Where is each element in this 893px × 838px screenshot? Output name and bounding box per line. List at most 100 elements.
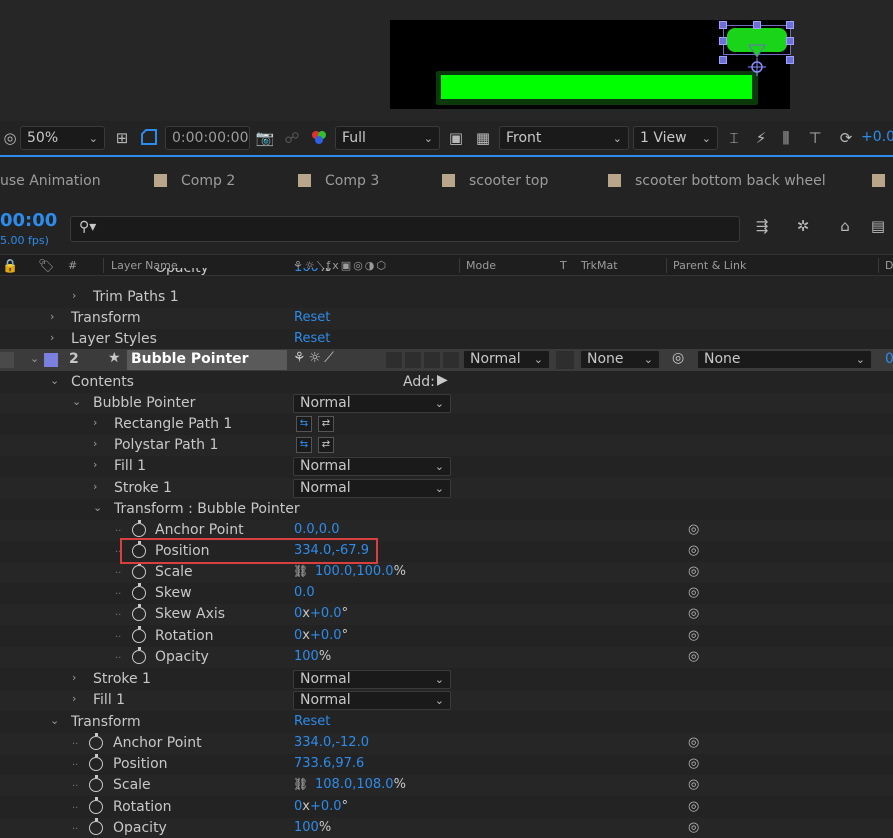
expand-chevron-icon[interactable]: › — [72, 289, 76, 302]
stopwatch-icon[interactable] — [89, 797, 103, 814]
expression-pick-whip-icon[interactable]: ◎ — [688, 606, 699, 621]
stopwatch-icon[interactable] — [132, 626, 146, 643]
layer-switches-icons[interactable]: ⚘☼⟋ — [293, 350, 337, 366]
view-layout-dropdown[interactable]: 1 View ⌄ — [633, 126, 718, 150]
property-fill[interactable]: Fill 1 — [114, 458, 146, 474]
path-direction-icon[interactable]: ⇆ — [296, 416, 312, 432]
add-menu-play-icon[interactable]: ▶ — [437, 372, 448, 388]
3d-view-dropdown[interactable]: Front ⌄ — [499, 126, 629, 150]
path-direction-icon[interactable]: ⇆ — [296, 437, 312, 453]
property-group-bubble-pointer[interactable]: Bubble Pointer — [93, 395, 195, 411]
expression-pick-whip-icon[interactable]: ◎ — [688, 777, 699, 792]
skew-axis-value[interactable]: 0x+0.0° — [294, 606, 348, 621]
expand-chevron-icon[interactable]: › — [72, 692, 76, 705]
property-layer-styles[interactable]: Layer Styles — [71, 331, 157, 347]
zoom-dropdown[interactable]: 50% ⌄ — [20, 126, 105, 150]
skew-value[interactable]: 0.0 — [294, 585, 315, 600]
stopwatch-icon[interactable] — [132, 583, 146, 600]
scale-value[interactable]: 100.0,100.0% — [315, 564, 406, 579]
stroke-blend-mode-select[interactable]: Normal ⌄ — [293, 670, 451, 689]
blend-mode-select[interactable]: Normal ⌄ — [463, 350, 550, 369]
timeline-icon[interactable]: ⫼ — [776, 128, 796, 148]
switch-box[interactable] — [424, 352, 440, 368]
opacity-value[interactable]: 100% — [294, 649, 331, 664]
stopwatch-icon[interactable] — [132, 562, 146, 579]
selection-handle[interactable] — [786, 56, 794, 64]
layer-row-bubble-pointer[interactable]: ⌄ 2 ★ Bubble Pointer ⚘☼⟋ Normal ⌄ None ⌄ ◎… — [0, 349, 893, 371]
draft-3d-icon[interactable]: ✲ — [793, 216, 813, 236]
tab-scooter-bottom-back-wheel[interactable]: scooter bottom back wheel — [635, 173, 826, 189]
expand-chevron-icon[interactable]: › — [93, 458, 97, 471]
property-trim-paths[interactable]: Trim Paths 1 — [93, 289, 179, 305]
preserve-transparency-toggle[interactable] — [556, 351, 574, 369]
property-fill[interactable]: Fill 1 — [93, 692, 125, 708]
tab-scooter-top[interactable]: scooter top — [469, 173, 548, 189]
selection-handle[interactable] — [786, 37, 794, 45]
switch-box[interactable] — [443, 352, 459, 368]
expression-pick-whip-icon[interactable]: ◎ — [688, 585, 699, 600]
property-stroke[interactable]: Stroke 1 — [93, 671, 151, 687]
collapse-chevron-icon[interactable]: ⌄ — [30, 352, 39, 365]
tab-use-animation[interactable]: use Animation — [0, 173, 101, 189]
bubble-pointer-shape[interactable] — [748, 44, 766, 58]
fast-previews-icon[interactable]: ▣ — [446, 128, 466, 148]
opacity-value[interactable]: 100% — [294, 268, 331, 275]
constrain-proportions-link-icon[interactable]: ⛓ — [293, 564, 308, 578]
selection-handle[interactable] — [786, 21, 794, 29]
layer-name-field[interactable]: Bubble Pointer — [127, 350, 287, 370]
flowchart-icon[interactable]: ⊤ — [805, 128, 825, 148]
color-channels-icon[interactable] — [309, 128, 329, 148]
expression-pick-whip-icon[interactable]: ◎ — [688, 756, 699, 771]
expression-pick-whip-icon[interactable]: ◎ — [688, 543, 699, 558]
selection-handle[interactable] — [719, 21, 727, 29]
property-contents[interactable]: Contents — [71, 374, 134, 390]
stopwatch-icon[interactable] — [132, 647, 146, 664]
toggle-pixel-aspect-icon[interactable]: ⌶ — [724, 128, 744, 148]
frame-blending-icon[interactable]: ▤ — [868, 216, 888, 236]
position-value[interactable]: 733.6,97.6 — [294, 756, 364, 771]
path-direction-reverse-icon[interactable]: ⇄ — [318, 437, 334, 453]
camera-snapshot-icon[interactable]: 📷 — [255, 128, 275, 148]
expression-pick-whip-icon[interactable]: ◎ — [688, 564, 699, 579]
stroke-blend-mode-select[interactable]: Normal ⌄ — [293, 479, 451, 498]
composition-mini-flowchart-icon[interactable]: ⇶ — [752, 216, 772, 236]
collapse-chevron-icon[interactable]: ⌄ — [72, 395, 81, 408]
stopwatch-icon[interactable] — [89, 775, 103, 792]
property-transform[interactable]: Transform — [71, 714, 141, 730]
show-snapshot-icon[interactable]: ☍ — [282, 128, 302, 148]
tab-comp-3[interactable]: Comp 3 — [325, 173, 379, 189]
stopwatch-icon[interactable] — [132, 604, 146, 621]
expand-chevron-icon[interactable]: › — [93, 437, 97, 450]
label-color-swatch[interactable] — [44, 353, 58, 367]
lock-toggle[interactable] — [0, 352, 14, 368]
selection-handle[interactable] — [719, 56, 727, 64]
reset-exposure-icon[interactable]: ⟳ — [836, 128, 856, 148]
expression-pick-whip-icon[interactable]: ◎ — [688, 649, 699, 664]
anchor-point-value[interactable]: 0.0,0.0 — [294, 522, 339, 537]
anchor-point-value[interactable]: 334.0,-12.0 — [294, 735, 369, 750]
constrain-proportions-link-icon[interactable]: ⛓ — [293, 777, 308, 791]
selection-handle[interactable] — [719, 37, 727, 45]
expand-chevron-icon[interactable]: › — [50, 331, 54, 344]
property-polystar-path[interactable]: Polystar Path 1 — [114, 437, 218, 453]
resolution-dropdown[interactable]: Full ⌄ — [335, 126, 440, 150]
anchor-point-marker[interactable] — [748, 58, 766, 76]
pick-whip-icon[interactable]: ◎ — [672, 350, 684, 366]
exposure-value[interactable]: +0.0 — [861, 129, 893, 145]
property-transform-group[interactable]: Transform : Bubble Pointer — [114, 501, 300, 517]
fast-draft-icon[interactable]: ⚡ — [751, 128, 771, 148]
expand-chevron-icon[interactable]: › — [50, 310, 54, 323]
collapse-chevron-icon[interactable]: ⌄ — [50, 374, 59, 387]
switch-box[interactable] — [405, 352, 421, 368]
transparency-grid-icon[interactable]: ▦ — [473, 128, 493, 148]
property-rectangle-path[interactable]: Rectangle Path 1 — [114, 416, 232, 432]
parent-select[interactable]: None ⌄ — [697, 350, 872, 369]
region-of-interest-icon[interactable] — [139, 128, 159, 148]
expand-chevron-icon[interactable]: › — [72, 671, 76, 684]
fill-blend-mode-select[interactable]: Normal ⌄ — [293, 457, 451, 476]
expression-pick-whip-icon[interactable]: ◎ — [688, 799, 699, 814]
rotation-value[interactable]: 0x+0.0° — [294, 628, 348, 643]
selection-handle[interactable] — [753, 21, 761, 29]
mask-toggle-icon[interactable]: ◎ — [0, 128, 20, 148]
green-bar-shape[interactable] — [441, 75, 752, 99]
